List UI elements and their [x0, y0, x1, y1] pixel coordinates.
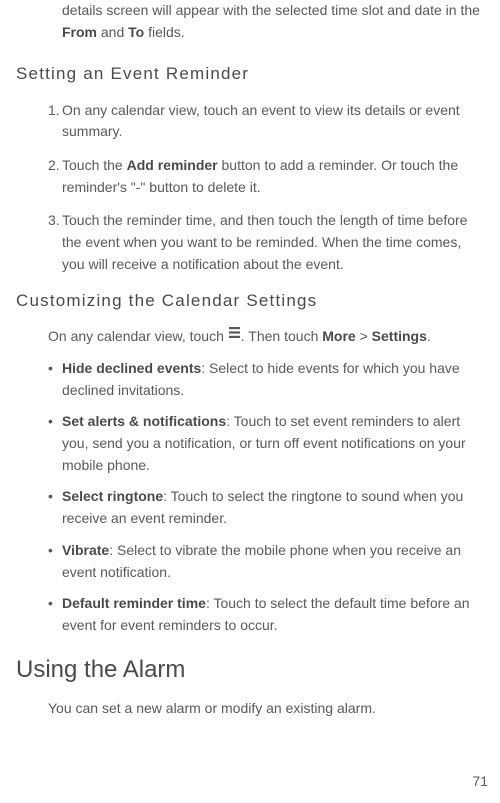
bullet-text: : Select to vibrate the mobile phone whe… [62, 542, 461, 580]
bullet-bold: Hide declined events [62, 360, 201, 376]
intro-mid: . Then touch [241, 328, 322, 344]
bullet-bold: Set alerts & notifications [62, 413, 226, 429]
item-number: 1. [48, 100, 60, 122]
bullet-char: • [48, 593, 53, 615]
item-text: On any calendar view, touch an event to … [62, 102, 460, 140]
settings-label: Settings [372, 328, 427, 344]
bullet-char: • [48, 540, 53, 562]
bullet-bold: Vibrate [62, 542, 109, 558]
to-label: To [128, 24, 144, 40]
add-reminder-label: Add reminder [127, 157, 218, 173]
section-heading-reminder: Setting an Event Reminder [8, 61, 492, 87]
item-number: 2. [48, 155, 60, 177]
list-item: 1. On any calendar view, touch an event … [8, 100, 492, 143]
list-item: 2. Touch the Add reminder button to add … [8, 155, 492, 198]
list-item: • Hide declined events: Select to hide e… [8, 358, 492, 401]
page-number: 71 [472, 771, 488, 793]
menu-icon [228, 325, 241, 347]
item-text-before: Touch the [62, 157, 127, 173]
from-label: From [62, 24, 97, 40]
bullet-bold: Default reminder time [62, 595, 206, 611]
bullet-bold: Select ringtone [62, 488, 163, 504]
period: . [427, 328, 431, 344]
list-item: • Set alerts & notifications: Touch to s… [8, 411, 492, 476]
list-item: 3. Touch the reminder time, and then tou… [8, 210, 492, 275]
list-item: • Vibrate: Select to vibrate the mobile … [8, 540, 492, 583]
more-label: More [322, 328, 355, 344]
alarm-body: You can set a new alarm or modify an exi… [8, 698, 492, 720]
intro-and: and [97, 24, 128, 40]
section2-intro: On any calendar view, touch . Then touch… [8, 326, 492, 348]
intro-before: On any calendar view, touch [48, 328, 228, 344]
section-heading-alarm: Using the Alarm [8, 651, 492, 688]
list-item: • Default reminder time: Touch to select… [8, 593, 492, 636]
intro-paragraph: details screen will appear with the sele… [8, 0, 492, 43]
gt-sep: > [356, 328, 372, 344]
bullet-char: • [48, 358, 53, 380]
item-number: 3. [48, 210, 60, 232]
section-heading-customizing: Customizing the Calendar Settings [8, 288, 492, 314]
bullet-char: • [48, 486, 53, 508]
intro-text-1: details screen will appear with the sele… [62, 2, 480, 18]
intro-fields: fields. [144, 24, 184, 40]
item-text: Touch the reminder time, and then touch … [62, 212, 467, 271]
list-item: • Select ringtone: Touch to select the r… [8, 486, 492, 529]
bullet-char: • [48, 411, 53, 433]
